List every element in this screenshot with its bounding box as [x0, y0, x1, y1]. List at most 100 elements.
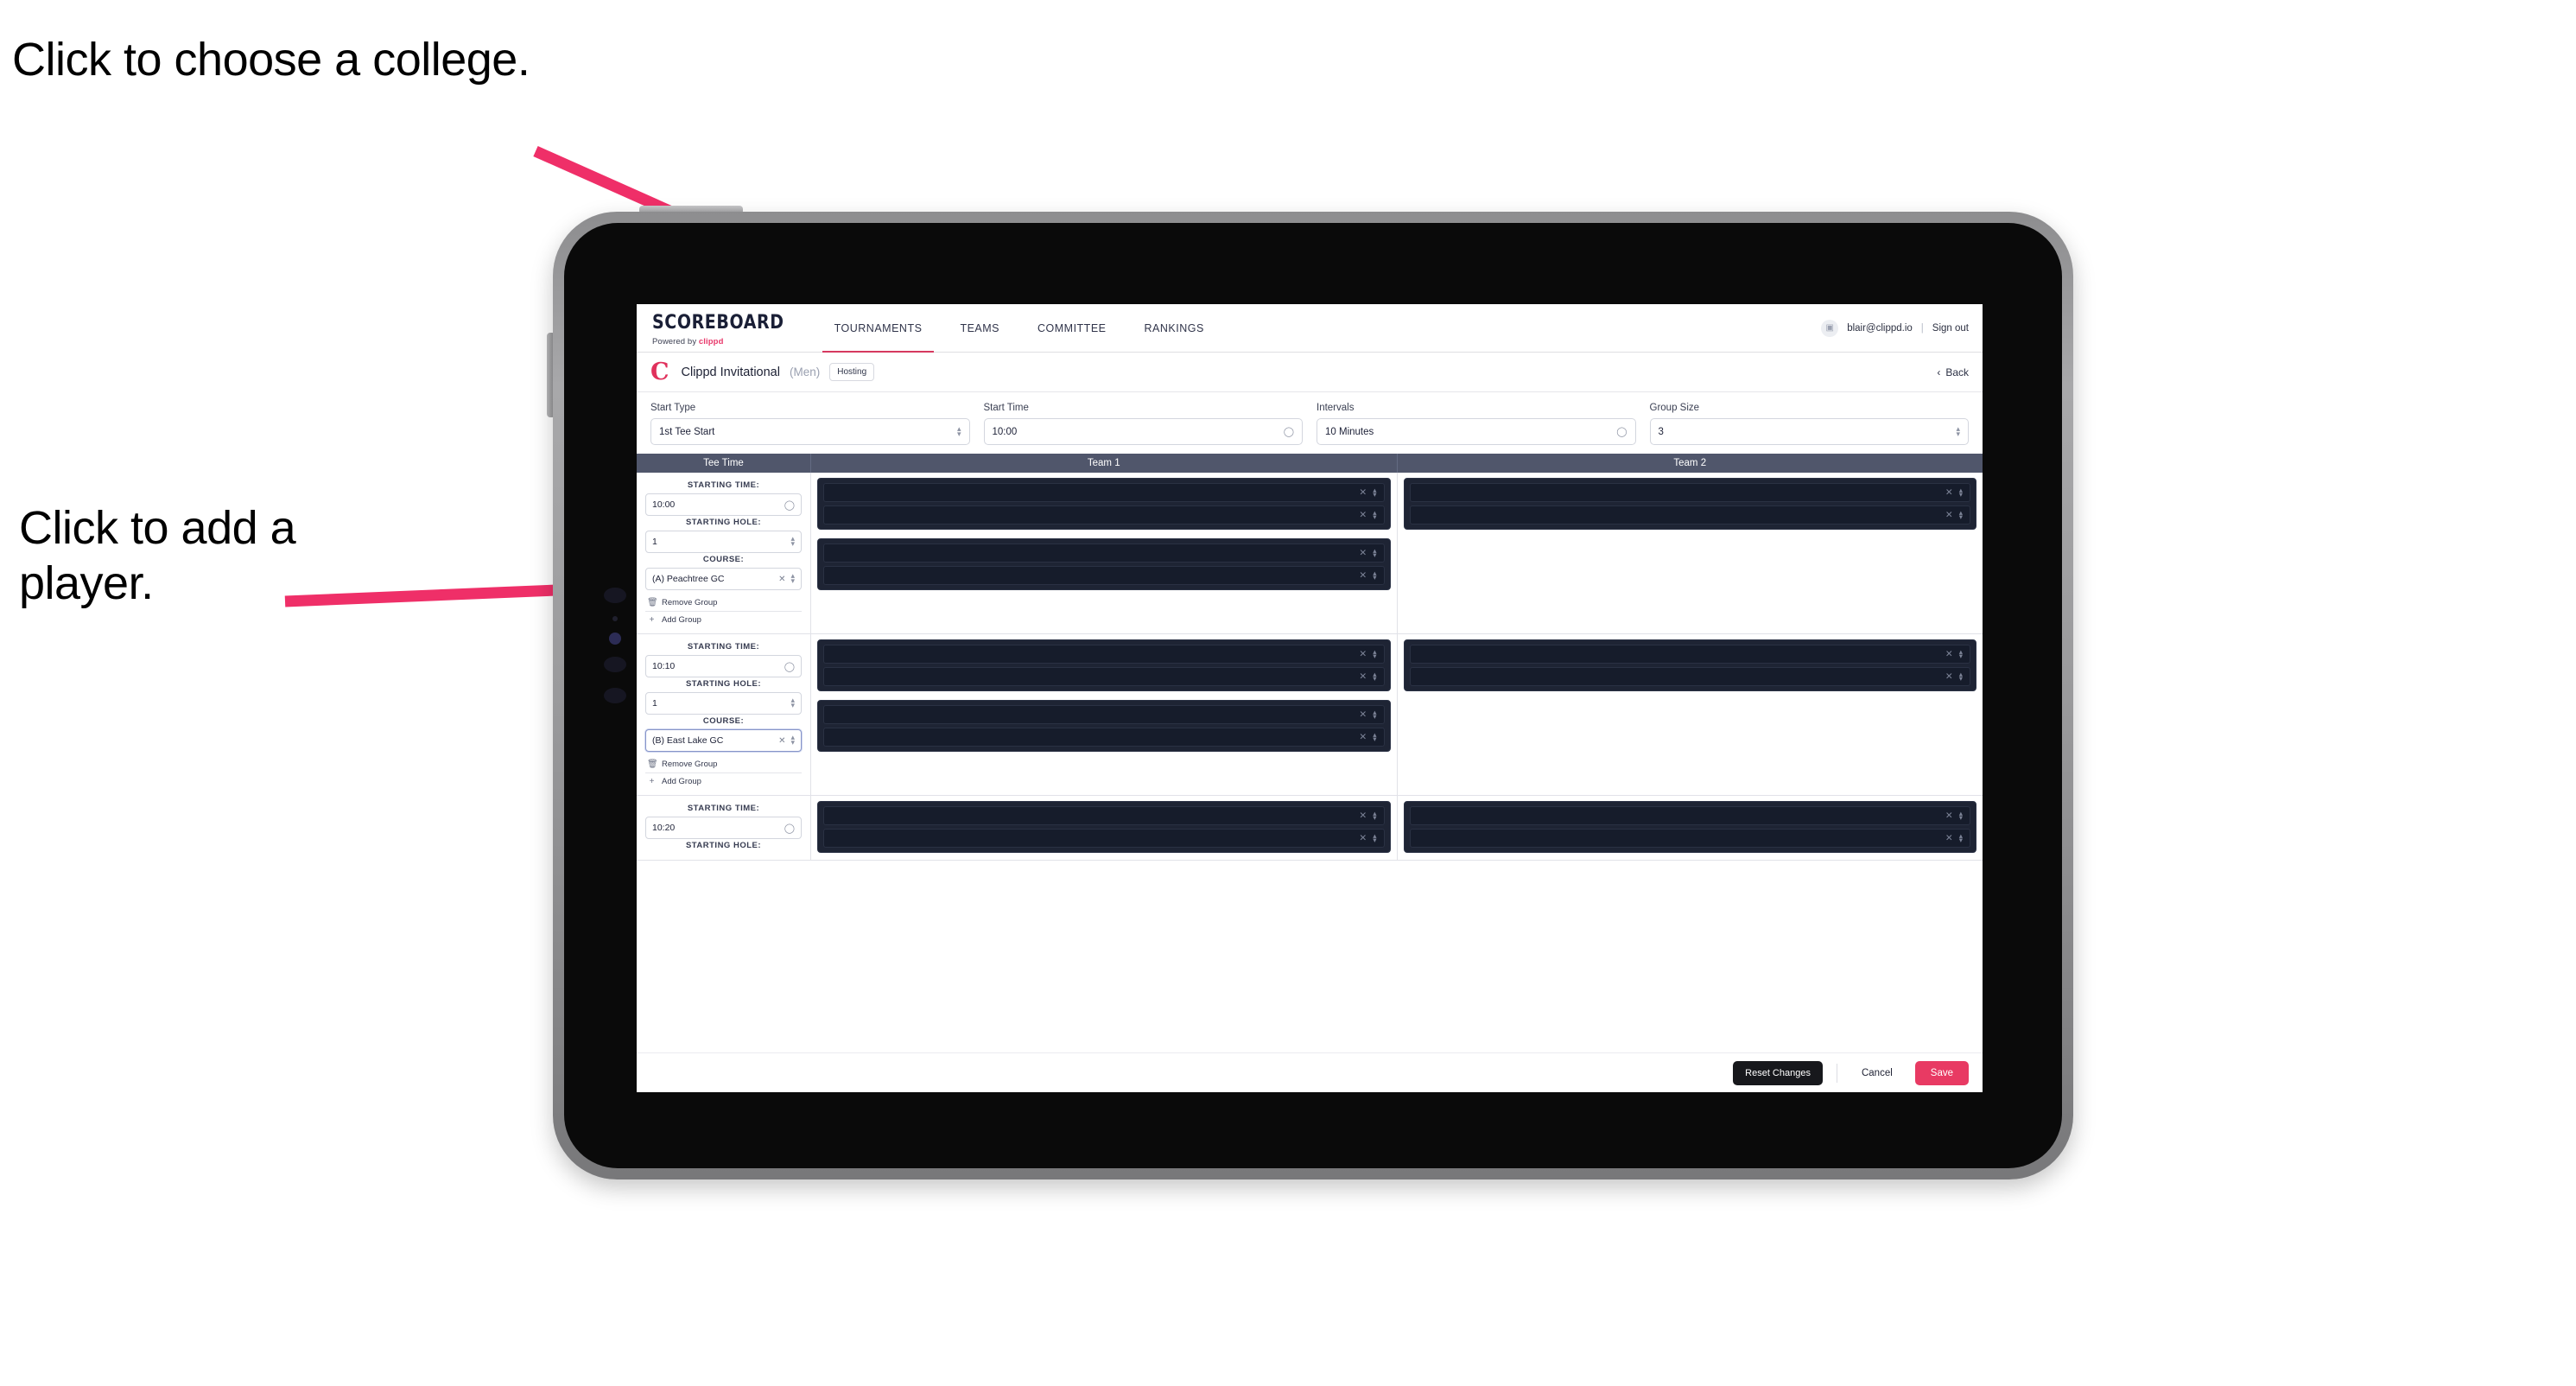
player-slot[interactable]: ✕ ▴ ▾	[823, 667, 1385, 686]
start-type-select[interactable]: 1st Tee Start ▴ ▾	[650, 418, 970, 445]
player-slot[interactable]: ✕ ▴ ▾	[1409, 806, 1970, 825]
chevron-updown-icon[interactable]: ▴ ▾	[1373, 708, 1376, 720]
chevron-updown-icon[interactable]: ▴ ▾	[1373, 569, 1376, 581]
player-slot[interactable]: ✕ ▴ ▾	[1409, 667, 1970, 686]
clear-icon[interactable]: ✕	[1945, 649, 1953, 659]
player-slot[interactable]: ✕ ▴ ▾	[1409, 829, 1970, 848]
intervals-input[interactable]: 10 Minutes ◯	[1317, 418, 1636, 445]
player-slot[interactable]: ✕ ▴ ▾	[823, 505, 1385, 525]
player-slot[interactable]: ✕ ▴ ▾	[823, 728, 1385, 747]
player-slot[interactable]: ✕ ▴ ▾	[1409, 645, 1970, 664]
clear-icon[interactable]: ✕	[1359, 833, 1367, 843]
clock-icon: ◯	[784, 661, 795, 672]
clear-icon[interactable]: ✕	[1359, 649, 1367, 659]
reset-changes-button[interactable]: Reset Changes	[1733, 1060, 1823, 1085]
starting-time-input[interactable]: 10:10 ◯	[645, 655, 802, 677]
chevron-updown-icon[interactable]: ▴ ▾	[1373, 730, 1376, 742]
topbar-separator: |	[1920, 322, 1924, 334]
field-start-time: Start Time 10:00 ◯	[983, 403, 1303, 445]
clear-icon[interactable]: ✕	[1945, 510, 1953, 520]
user-email: blair@clippd.io	[1847, 322, 1913, 334]
player-slot[interactable]: ✕ ▴ ▾	[1409, 483, 1970, 502]
player-slot[interactable]: ✕ ▴ ▾	[823, 645, 1385, 664]
player-slot[interactable]: ✕ ▴ ▾	[823, 806, 1385, 825]
player-slot[interactable]: ✕ ▴ ▾	[1409, 505, 1970, 525]
cancel-button[interactable]: Cancel	[1851, 1061, 1903, 1085]
clear-icon[interactable]: ✕	[1945, 671, 1953, 682]
main-nav: TOURNAMENTS TEAMS COMMITTEE RANKINGS	[815, 304, 1223, 353]
nav-tab-teams[interactable]: TEAMS	[941, 304, 1018, 352]
clear-icon[interactable]: ✕	[1359, 709, 1367, 720]
clear-icon[interactable]: ✕	[1945, 487, 1953, 498]
scoreboard-app: SCOREBOARD Powered by clippd TOURNAMENTS…	[637, 304, 1983, 1092]
clear-icon[interactable]: ✕	[1359, 811, 1367, 821]
nav-tab-teams-label: TEAMS	[960, 321, 999, 334]
player-slot[interactable]: ✕ ▴ ▾	[823, 705, 1385, 724]
player-group: ✕ ▴ ▾ ✕ ▴ ▾	[817, 801, 1391, 853]
chevron-updown-icon[interactable]: ▴ ▾	[790, 535, 795, 547]
course-select[interactable]: (A) Peachtree GC ✕ ▴ ▾	[645, 568, 802, 590]
nav-tab-tournaments[interactable]: TOURNAMENTS	[815, 304, 942, 353]
chevron-updown-icon[interactable]: ▴ ▾	[790, 734, 795, 746]
chevron-updown-icon[interactable]: ▴ ▾	[1373, 647, 1376, 659]
chevron-updown-icon[interactable]: ▴ ▾	[1959, 809, 1963, 821]
chevron-left-icon: ‹	[1937, 366, 1941, 378]
nav-tab-committee[interactable]: COMMITTEE	[1018, 304, 1126, 352]
chevron-updown-icon[interactable]: ▴ ▾	[1373, 809, 1376, 821]
clear-icon[interactable]: ✕	[1359, 732, 1367, 742]
starting-time-value: 10:10	[652, 661, 676, 671]
chevron-updown-icon[interactable]: ▴ ▾	[1373, 486, 1376, 498]
chevron-updown-icon[interactable]: ▴ ▾	[790, 696, 795, 709]
chevron-updown-icon[interactable]: ▴ ▾	[790, 572, 795, 584]
back-link[interactable]: ‹ Back	[1937, 366, 1969, 378]
clear-icon[interactable]: ✕	[1945, 833, 1953, 843]
remove-group-button[interactable]: 🗑 Remove Group	[645, 756, 802, 773]
nav-tab-rankings[interactable]: RANKINGS	[1126, 304, 1223, 352]
start-time-value: 10:00	[992, 426, 1018, 437]
start-time-input[interactable]: 10:00 ◯	[983, 418, 1303, 445]
sign-out-link[interactable]: Sign out	[1932, 323, 1969, 334]
save-button[interactable]: Save	[1914, 1060, 1969, 1085]
field-intervals: Intervals 10 Minutes ◯	[1317, 403, 1636, 445]
chevron-updown-icon[interactable]: ▴ ▾	[1959, 508, 1963, 520]
starting-hole-input[interactable]: 1 ▴ ▾	[645, 692, 802, 715]
player-slot[interactable]: ✕ ▴ ▾	[823, 566, 1385, 585]
chevron-updown-icon[interactable]: ▴ ▾	[1959, 831, 1963, 843]
chevron-updown-icon[interactable]: ▴ ▾	[1373, 546, 1376, 558]
player-slot[interactable]: ✕ ▴ ▾	[823, 483, 1385, 502]
brand-sub-name: clippd	[698, 337, 724, 346]
chevron-updown-icon[interactable]: ▴ ▾	[1959, 670, 1963, 682]
team2-cell: ✕ ▴ ▾ ✕ ▴ ▾	[1398, 796, 1983, 860]
brand-logo[interactable]: SCOREBOARD Powered by clippd	[637, 304, 796, 352]
clear-icon[interactable]: ✕	[1359, 671, 1367, 682]
clear-icon[interactable]: ✕	[778, 736, 785, 746]
group-size-stepper[interactable]: 3 ▴ ▾	[1649, 418, 1969, 445]
clear-icon[interactable]: ✕	[1359, 510, 1367, 520]
clear-icon[interactable]: ✕	[1359, 570, 1367, 581]
player-slot[interactable]: ✕ ▴ ▾	[823, 829, 1385, 848]
group-size-value: 3	[1658, 426, 1664, 437]
chevron-updown-icon[interactable]: ▴ ▾	[1373, 508, 1376, 520]
clear-icon[interactable]: ✕	[1945, 811, 1953, 821]
remove-group-button[interactable]: 🗑 Remove Group	[645, 594, 802, 612]
starting-time-input[interactable]: 10:00 ◯	[645, 493, 802, 516]
group-actions: 🗑 Remove Group + Add Group	[645, 594, 802, 628]
chevron-updown-icon[interactable]: ▴ ▾	[1373, 831, 1376, 843]
chevron-updown-icon[interactable]: ▴ ▾	[1959, 486, 1963, 498]
starting-time-input[interactable]: 10:20 ◯	[645, 817, 802, 839]
settings-controls: Start Type 1st Tee Start ▴ ▾ Start Time 1…	[637, 392, 1983, 454]
chevron-updown-icon[interactable]: ▴ ▾	[1959, 647, 1963, 659]
label-starting-hole: STARTING HOLE:	[685, 518, 762, 527]
chevron-updown-icon[interactable]: ▴ ▾	[1373, 670, 1376, 682]
starting-hole-input[interactable]: 1 ▴ ▾	[645, 531, 802, 553]
screen-side-glyphs	[602, 588, 637, 726]
clear-icon[interactable]: ✕	[1359, 548, 1367, 558]
clear-icon[interactable]: ✕	[1359, 487, 1367, 498]
clear-icon[interactable]: ✕	[778, 575, 785, 584]
trash-icon: 🗑	[647, 760, 658, 769]
add-group-button[interactable]: + Add Group	[645, 773, 802, 790]
user-avatar-icon[interactable]: ▣	[1821, 319, 1839, 337]
player-slot[interactable]: ✕ ▴ ▾	[823, 544, 1385, 563]
course-select[interactable]: (B) East Lake GC ✕ ▴ ▾	[645, 729, 802, 752]
add-group-button[interactable]: + Add Group	[645, 612, 802, 628]
